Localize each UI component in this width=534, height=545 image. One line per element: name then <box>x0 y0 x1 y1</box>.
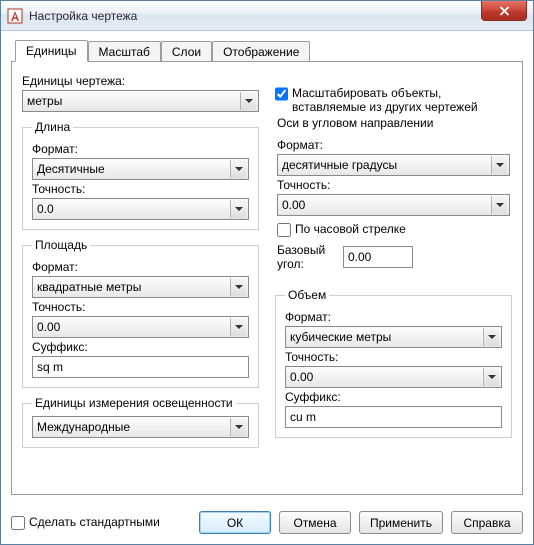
volume-format-label: Формат: <box>285 310 502 324</box>
scale-objects-checkbox[interactable]: Масштабировать объекты, вставляемые из д… <box>275 86 512 114</box>
tab-scale[interactable]: Масштаб <box>88 41 161 62</box>
tab-units[interactable]: Единицы <box>15 40 88 62</box>
app-icon <box>7 8 23 24</box>
area-suffix-label: Суффикс: <box>32 340 249 354</box>
chevron-down-icon <box>491 196 507 214</box>
length-precision-label: Точность: <box>32 182 249 196</box>
drawing-units-label: Единицы чертежа: <box>22 74 259 88</box>
ok-button[interactable]: ОК <box>199 511 271 534</box>
base-angle-label: Базовый угол: <box>277 243 337 271</box>
tab-layers[interactable]: Слои <box>161 41 212 62</box>
volume-precision-label: Точность: <box>285 350 502 364</box>
help-button[interactable]: Справка <box>451 511 523 534</box>
area-format-label: Формат: <box>32 260 249 274</box>
drawing-units-value: метры <box>27 94 240 108</box>
tab-display[interactable]: Отображение <box>212 41 310 62</box>
angle-format-combo[interactable]: десятичные градусы <box>277 154 510 176</box>
angle-group: Оси в угловом направлении Формат: десяти… <box>275 116 512 280</box>
dialog-window: Настройка чертежа Единицы Масштаб Слои О… <box>0 0 534 545</box>
chevron-down-icon <box>240 92 256 110</box>
angle-format-label: Формат: <box>277 138 510 152</box>
make-default-check-input[interactable] <box>11 516 25 530</box>
dialog-footer: Сделать стандартными ОК Отмена Применить… <box>1 503 533 544</box>
length-precision-combo[interactable]: 0.0 <box>32 198 249 220</box>
lighting-combo[interactable]: Международные <box>32 416 249 438</box>
length-format-label: Формат: <box>32 142 249 156</box>
make-default-checkbox[interactable]: Сделать стандартными <box>11 515 191 530</box>
chevron-down-icon <box>230 318 246 336</box>
right-column: Масштабировать объекты, вставляемые из д… <box>275 72 512 454</box>
client-area: Единицы Масштаб Слои Отображение Единицы… <box>1 31 533 503</box>
length-legend: Длина <box>32 120 73 134</box>
angle-precision-combo[interactable]: 0.00 <box>277 194 510 216</box>
close-button[interactable] <box>481 1 527 21</box>
base-angle-input[interactable] <box>343 246 413 268</box>
chevron-down-icon <box>230 160 246 178</box>
area-group: Площадь Формат: квадратные метры Точност… <box>22 238 259 388</box>
angle-precision-label: Точность: <box>277 178 510 192</box>
length-format-combo[interactable]: Десятичные <box>32 158 249 180</box>
chevron-down-icon <box>483 328 499 346</box>
lighting-group: Единицы измерения освещенности Междунаро… <box>22 396 259 448</box>
chevron-down-icon <box>483 368 499 386</box>
length-group: Длина Формат: Десятичные Точность: 0.0 <box>22 120 259 230</box>
clockwise-checkbox[interactable]: По часовой стрелке <box>277 222 510 237</box>
left-column: Единицы чертежа: метры Длина Формат: Дес… <box>22 72 259 454</box>
area-precision-label: Точность: <box>32 300 249 314</box>
chevron-down-icon <box>491 156 507 174</box>
titlebar: Настройка чертежа <box>1 1 533 31</box>
area-suffix-input[interactable] <box>32 356 249 378</box>
volume-suffix-input[interactable] <box>285 406 502 428</box>
volume-precision-combo[interactable]: 0.00 <box>285 366 502 388</box>
tab-panel-units: Единицы чертежа: метры Длина Формат: Дес… <box>11 61 523 495</box>
chevron-down-icon <box>230 418 246 436</box>
apply-button[interactable]: Применить <box>359 511 443 534</box>
scale-objects-check-input[interactable] <box>275 87 288 101</box>
chevron-down-icon <box>230 200 246 218</box>
tab-strip: Единицы Масштаб Слои Отображение <box>11 39 523 61</box>
area-format-combo[interactable]: квадратные метры <box>32 276 249 298</box>
chevron-down-icon <box>230 278 246 296</box>
volume-legend: Объем <box>285 288 329 302</box>
volume-suffix-label: Суффикс: <box>285 390 502 404</box>
area-precision-combo[interactable]: 0.00 <box>32 316 249 338</box>
drawing-units-combo[interactable]: метры <box>22 90 259 112</box>
angle-legend: Оси в угловом направлении <box>274 116 436 130</box>
cancel-button[interactable]: Отмена <box>279 511 351 534</box>
volume-format-combo[interactable]: кубические метры <box>285 326 502 348</box>
volume-group: Объем Формат: кубические метры Точность:… <box>275 288 512 438</box>
area-legend: Площадь <box>32 238 90 252</box>
clockwise-check-input[interactable] <box>277 223 291 237</box>
lighting-legend: Единицы измерения освещенности <box>32 396 236 410</box>
window-title: Настройка чертежа <box>29 9 137 23</box>
